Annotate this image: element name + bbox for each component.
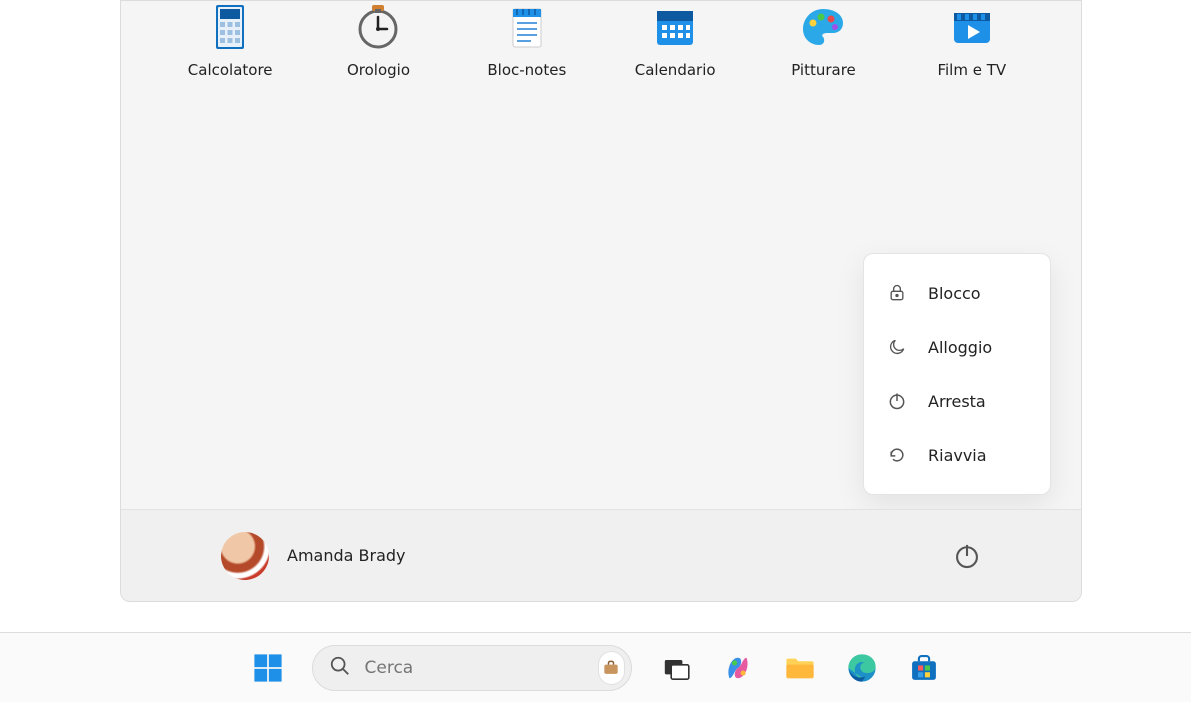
microsoft-store-button[interactable]	[906, 650, 942, 686]
app-label: Orologio	[347, 61, 410, 79]
power-button[interactable]	[953, 542, 981, 570]
paint-icon	[798, 1, 848, 51]
user-avatar	[221, 532, 269, 580]
copilot-button[interactable]	[720, 650, 756, 686]
app-movies-tv[interactable]: Film e TV	[923, 1, 1021, 79]
app-clock[interactable]: Orologio	[329, 1, 427, 79]
power-menu-shutdown[interactable]: Arresta	[864, 374, 1050, 428]
app-paint[interactable]: Pitturare	[774, 1, 872, 79]
user-account-button[interactable]: Amanda Brady	[221, 532, 406, 580]
power-menu-label: Blocco	[928, 284, 981, 303]
moon-icon	[886, 336, 908, 358]
edge-browser-button[interactable]	[844, 650, 880, 686]
taskbar	[0, 632, 1191, 702]
power-context-menu: Blocco Alloggio Arresta	[863, 253, 1051, 495]
power-menu-label: Alloggio	[928, 338, 992, 357]
power-menu-restart[interactable]: Riavvia	[864, 428, 1050, 482]
start-button[interactable]	[250, 650, 286, 686]
app-notepad[interactable]: Bloc-notes	[478, 1, 576, 79]
calculator-icon	[205, 1, 255, 51]
restart-icon	[886, 444, 908, 466]
app-calendar[interactable]: Calendario	[626, 1, 724, 79]
power-menu-label: Arresta	[928, 392, 986, 411]
power-icon	[886, 390, 908, 412]
search-icon	[329, 655, 351, 681]
app-label: Pitturare	[791, 61, 856, 79]
file-explorer-button[interactable]	[782, 650, 818, 686]
app-label: Calcolatore	[188, 61, 273, 79]
notepad-icon	[502, 1, 552, 51]
user-name-label: Amanda Brady	[287, 546, 406, 565]
start-menu-footer: Amanda Brady	[121, 509, 1081, 601]
power-menu-sleep[interactable]: Alloggio	[864, 320, 1050, 374]
app-label: Bloc-notes	[487, 61, 566, 79]
app-label: Film e TV	[937, 61, 1006, 79]
movies-tv-icon	[947, 1, 997, 51]
taskbar-search[interactable]	[312, 645, 632, 691]
taskbar-search-input[interactable]	[365, 658, 584, 678]
search-work-badge[interactable]	[598, 651, 625, 685]
power-menu-label: Riavvia	[928, 446, 987, 465]
app-calculator[interactable]: Calcolatore	[181, 1, 279, 79]
calendar-icon	[650, 1, 700, 51]
clock-icon	[353, 1, 403, 51]
start-menu-panel: Calcolatore Orologio	[120, 0, 1082, 602]
pinned-apps-row: Calcolatore Orologio	[181, 1, 1021, 79]
task-view-button[interactable]	[658, 650, 694, 686]
app-label: Calendario	[635, 61, 716, 79]
lock-icon	[886, 282, 908, 304]
power-menu-lock[interactable]: Blocco	[864, 266, 1050, 320]
